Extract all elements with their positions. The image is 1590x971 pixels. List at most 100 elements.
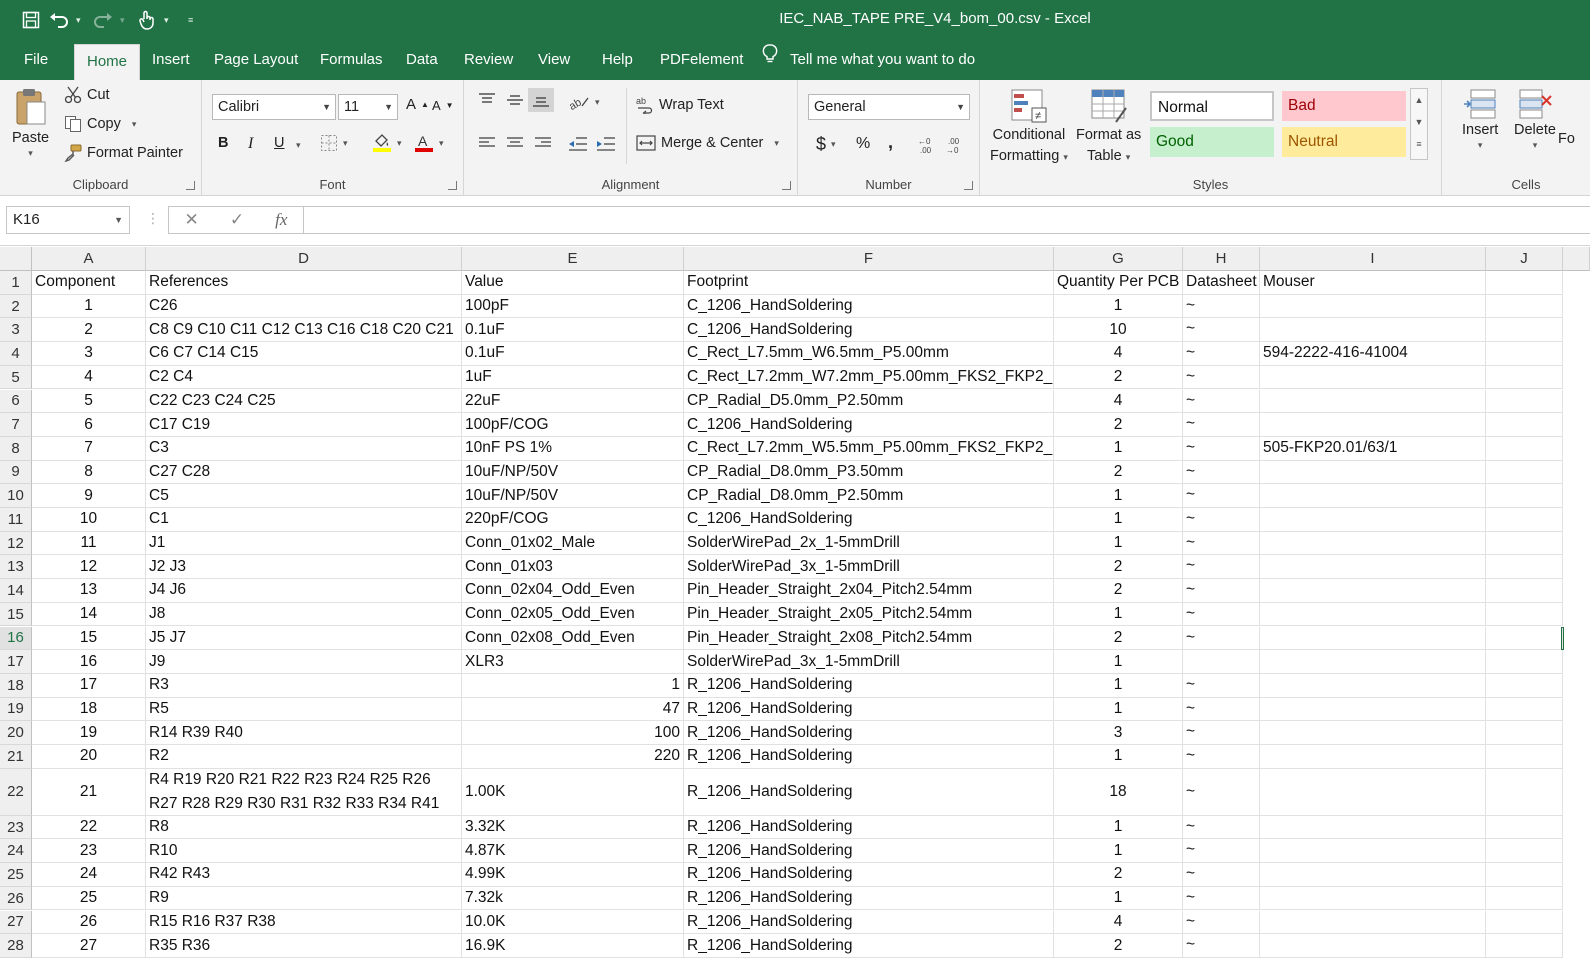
table-cell[interactable] [1486, 673, 1563, 698]
table-cell[interactable] [1260, 745, 1486, 769]
table-cell[interactable] [1486, 531, 1563, 556]
table-cell[interactable]: 10 [32, 508, 146, 532]
column-header-h[interactable]: H [1183, 247, 1260, 271]
table-cell[interactable] [1260, 389, 1486, 414]
table-cell[interactable]: 24 [32, 863, 146, 887]
delete-cells-button[interactable]: Delete ▾ [1514, 86, 1556, 151]
tab-formulas[interactable]: Formulas [308, 40, 395, 80]
tab-review[interactable]: Review [452, 40, 525, 80]
table-cell[interactable]: 1 [462, 673, 684, 698]
table-cell[interactable]: J5 J7 [146, 626, 462, 651]
column-header-d[interactable]: D [146, 247, 462, 271]
table-cell[interactable]: 23 [32, 839, 146, 864]
table-cell[interactable]: 3 [1054, 721, 1183, 745]
table-cell[interactable]: 10uF/NP/50V [462, 460, 684, 485]
style-good[interactable]: Good [1150, 127, 1274, 157]
table-cell[interactable]: 2 [1054, 413, 1183, 437]
table-cell[interactable]: 4 [1054, 389, 1183, 414]
tab-pdfelement[interactable]: PDFelement [648, 40, 755, 80]
table-cell[interactable]: ~ [1183, 365, 1260, 390]
table-cell[interactable]: 1 [1054, 745, 1183, 769]
table-cell[interactable]: 2 [1054, 365, 1183, 390]
table-cell[interactable]: Conn_02x08_Odd_Even [462, 626, 684, 651]
table-cell[interactable]: R42 R43 [146, 863, 462, 887]
table-cell[interactable]: 19 [32, 721, 146, 745]
table-cell[interactable] [1260, 484, 1486, 508]
table-cell[interactable] [1486, 460, 1563, 485]
table-cell[interactable] [1486, 365, 1563, 390]
header-cell[interactable]: Mouser [1260, 271, 1486, 295]
table-cell[interactable]: 10 [1054, 318, 1183, 343]
scroll-up-icon[interactable]: ▲ [1411, 89, 1427, 111]
table-cell[interactable]: C6 C7 C14 C15 [146, 342, 462, 366]
table-cell[interactable]: C3 [146, 436, 462, 461]
table-cell[interactable]: 1 [1054, 436, 1183, 461]
table-cell[interactable]: 594-2222-416-41004 [1260, 342, 1486, 366]
clipboard-launcher-icon[interactable] [186, 181, 195, 190]
row-header-18[interactable]: 18 [0, 673, 32, 698]
number-format-select[interactable]: General ▼ [808, 94, 970, 120]
table-cell[interactable]: 20 [32, 745, 146, 769]
table-cell[interactable]: ~ [1183, 815, 1260, 840]
table-cell[interactable]: R9 [146, 886, 462, 911]
orientation-button[interactable]: ab ▾ [568, 94, 600, 110]
table-cell[interactable]: C_1206_HandSoldering [684, 413, 1054, 437]
table-cell[interactable]: 2 [1054, 579, 1183, 603]
table-cell[interactable]: 17 [32, 673, 146, 698]
table-cell[interactable]: 1 [1054, 294, 1183, 319]
style-bad[interactable]: Bad [1282, 91, 1406, 121]
row-header-10[interactable]: 10 [0, 484, 32, 508]
currency-button[interactable]: $ ▾ [816, 134, 836, 155]
table-cell[interactable]: Conn_01x02_Male [462, 531, 684, 556]
fill-color-button[interactable]: ▾ [372, 133, 402, 153]
table-cell[interactable]: 18 [32, 697, 146, 722]
row-header-27[interactable]: 27 [0, 910, 32, 935]
table-cell[interactable]: R35 R36 [146, 934, 462, 958]
table-cell[interactable] [1486, 318, 1563, 343]
table-cell[interactable]: Pin_Header_Straight_2x04_Pitch2.54mm [684, 579, 1054, 603]
font-launcher-icon[interactable] [448, 181, 457, 190]
formula-bar-splitter-icon[interactable]: ⋮ [146, 210, 160, 227]
table-cell[interactable]: J8 [146, 602, 462, 627]
row-header-6[interactable]: 6 [0, 389, 32, 414]
table-cell[interactable]: 25 [32, 886, 146, 911]
format-painter-button[interactable]: Format Painter [64, 144, 183, 162]
table-cell[interactable]: R_1206_HandSoldering [684, 745, 1054, 769]
wrap-text-button[interactable]: ab Wrap Text [636, 96, 724, 114]
header-cell[interactable] [1486, 271, 1563, 295]
table-cell[interactable] [1486, 745, 1563, 769]
table-cell[interactable] [1260, 697, 1486, 722]
number-launcher-icon[interactable] [964, 181, 973, 190]
table-cell[interactable] [1486, 555, 1563, 580]
table-cell[interactable]: ~ [1183, 531, 1260, 556]
table-cell[interactable]: R_1206_HandSoldering [684, 815, 1054, 840]
table-cell[interactable] [1486, 579, 1563, 603]
table-cell[interactable]: 11 [32, 531, 146, 556]
row-header-23[interactable]: 23 [0, 815, 32, 840]
table-cell[interactable]: ~ [1183, 413, 1260, 437]
table-cell[interactable]: ~ [1183, 697, 1260, 722]
table-cell[interactable]: ~ [1183, 745, 1260, 769]
table-cell[interactable]: 13 [32, 579, 146, 603]
table-cell[interactable] [1260, 863, 1486, 887]
decrease-indent-button[interactable] [568, 136, 588, 152]
table-cell[interactable] [1260, 910, 1486, 935]
row-header-14[interactable]: 14 [0, 579, 32, 603]
insert-cells-button[interactable]: Insert ▾ [1462, 86, 1498, 151]
table-cell[interactable]: 1.00K [462, 768, 684, 816]
row-header-5[interactable]: 5 [0, 365, 32, 390]
decrease-font-size-button[interactable]: A ▼ [432, 98, 454, 113]
table-cell[interactable]: 2 [32, 318, 146, 343]
table-cell[interactable] [1486, 910, 1563, 935]
table-cell[interactable]: C27 C28 [146, 460, 462, 485]
table-cell[interactable] [1260, 839, 1486, 864]
table-cell[interactable] [1486, 863, 1563, 887]
name-box[interactable]: K16 ▼ [6, 206, 130, 234]
middle-align-button[interactable] [506, 92, 524, 108]
table-cell[interactable]: ~ [1183, 508, 1260, 532]
merge-center-button[interactable]: Merge & Center ▾ [636, 135, 779, 151]
table-cell[interactable]: 100 [462, 721, 684, 745]
table-cell[interactable]: R_1206_HandSoldering [684, 673, 1054, 698]
table-cell[interactable]: 10nF PS 1% [462, 436, 684, 461]
align-center-button[interactable] [506, 136, 524, 150]
